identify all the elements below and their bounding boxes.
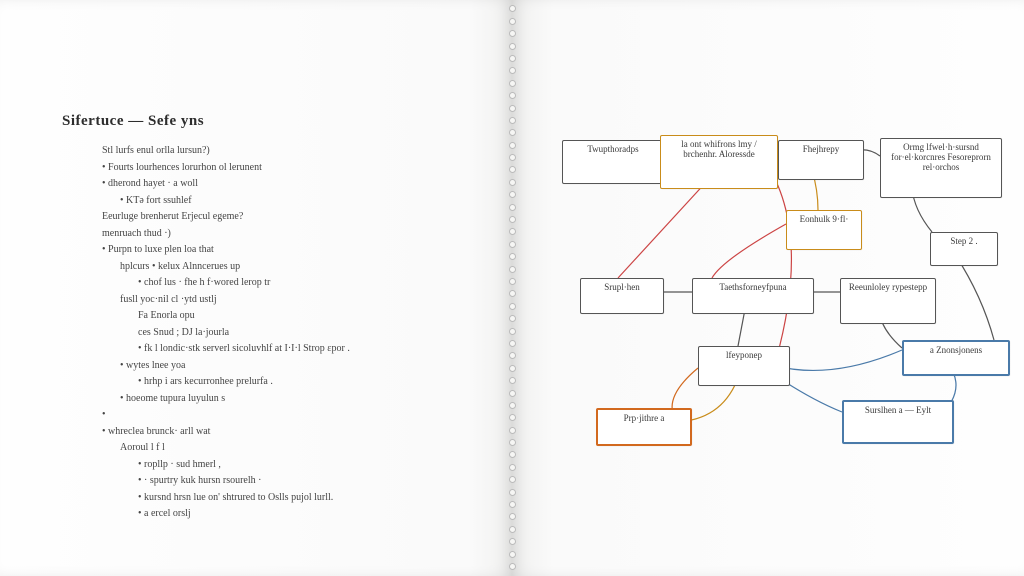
note-line: • a ercel orslj xyxy=(102,506,442,522)
note-line: Fa Enorla opu xyxy=(102,308,442,324)
note-line: Stl lurfs enul orlla lursun?) xyxy=(102,143,442,159)
diagram-node: Step 2 . xyxy=(930,232,998,266)
note-line: • ropllp · sud hmerl , xyxy=(102,457,442,473)
note-line: Aoroul l f l xyxy=(102,440,442,456)
notes-title: Sifertuce — Sefe yns xyxy=(62,110,442,133)
note-line: • chof lus · fhe h f·wored lerop tr xyxy=(102,275,442,291)
diagram-node: Ormg lfwel·h·sursnd for·el·korcnres Feso… xyxy=(880,138,1002,198)
diagram-node: lfeyponep xyxy=(698,346,790,386)
note-line: • hoeome tupura luyulun s xyxy=(102,391,442,407)
note-line: • KTə fort ssuhlef xyxy=(102,193,442,209)
diagram-node: Taethsforneyfpuna xyxy=(692,278,814,314)
diagram-node: Prp·jithre a xyxy=(596,408,692,446)
diagram-node: Srupl·hen xyxy=(580,278,664,314)
note-line: • dherond hayet · a woll xyxy=(102,176,442,192)
diagram-node: Twupthoradps xyxy=(562,140,664,184)
diagram-node: a Znonsjonens xyxy=(902,340,1010,376)
note-line: • Fourts lourhences lorurhon ol lerunent xyxy=(102,160,442,176)
note-line: • wytes lnee yoa xyxy=(102,358,442,374)
diagram-node: Surslhen a — Eylt xyxy=(842,400,954,444)
note-line: • hrhp i ars kecurronhee prelurfa . xyxy=(102,374,442,390)
note-line: ces Snud ; DJ la·jourla xyxy=(102,325,442,341)
right-page: Twupthoradpsla ont whifrons lmy / brchen… xyxy=(512,0,1024,576)
note-line: • fk l londic·stk serverl sicoluvhlf at … xyxy=(102,341,442,357)
left-page: Sifertuce — Sefe yns Stl lurfs enul orll… xyxy=(0,0,512,576)
note-line: hplcurs • kelux Alnncerues up xyxy=(102,259,442,275)
note-line: • Purpn to luxe plen loa that xyxy=(102,242,442,258)
flowchart-diagram: Twupthoradpsla ont whifrons lmy / brchen… xyxy=(512,0,1024,576)
spiral-binding xyxy=(511,0,513,576)
diagram-node: Fhejhrepy xyxy=(778,140,864,180)
note-line: menruach thud ·) xyxy=(102,226,442,242)
note-line: fusll yoc·nil cl ·ytd ustlj xyxy=(102,292,442,308)
diagram-node: la ont whifrons lmy / brchenhr. Aloressd… xyxy=(660,135,778,189)
diagram-node: Eonhulk 9·fl· xyxy=(786,210,862,250)
notebook-spread: Sifertuce — Sefe yns Stl lurfs enul orll… xyxy=(0,0,1024,576)
notes-body: Stl lurfs enul orlla lursun?)• Fourts lo… xyxy=(62,143,442,522)
note-line: • · spurtry kuk hursn rsourelh · xyxy=(102,473,442,489)
diagram-node: Reeunloley rypestepp xyxy=(840,278,936,324)
note-line: Eeurluge brenherut Erjecul egeme? xyxy=(102,209,442,225)
note-line: • kursnd hrsn lue on' shtrured to Oslls … xyxy=(102,490,442,506)
note-line: • whreclea brunck· arll wat xyxy=(102,424,442,440)
handwritten-notes: Sifertuce — Sefe yns Stl lurfs enul orll… xyxy=(62,110,442,532)
note-line: • xyxy=(102,407,442,423)
